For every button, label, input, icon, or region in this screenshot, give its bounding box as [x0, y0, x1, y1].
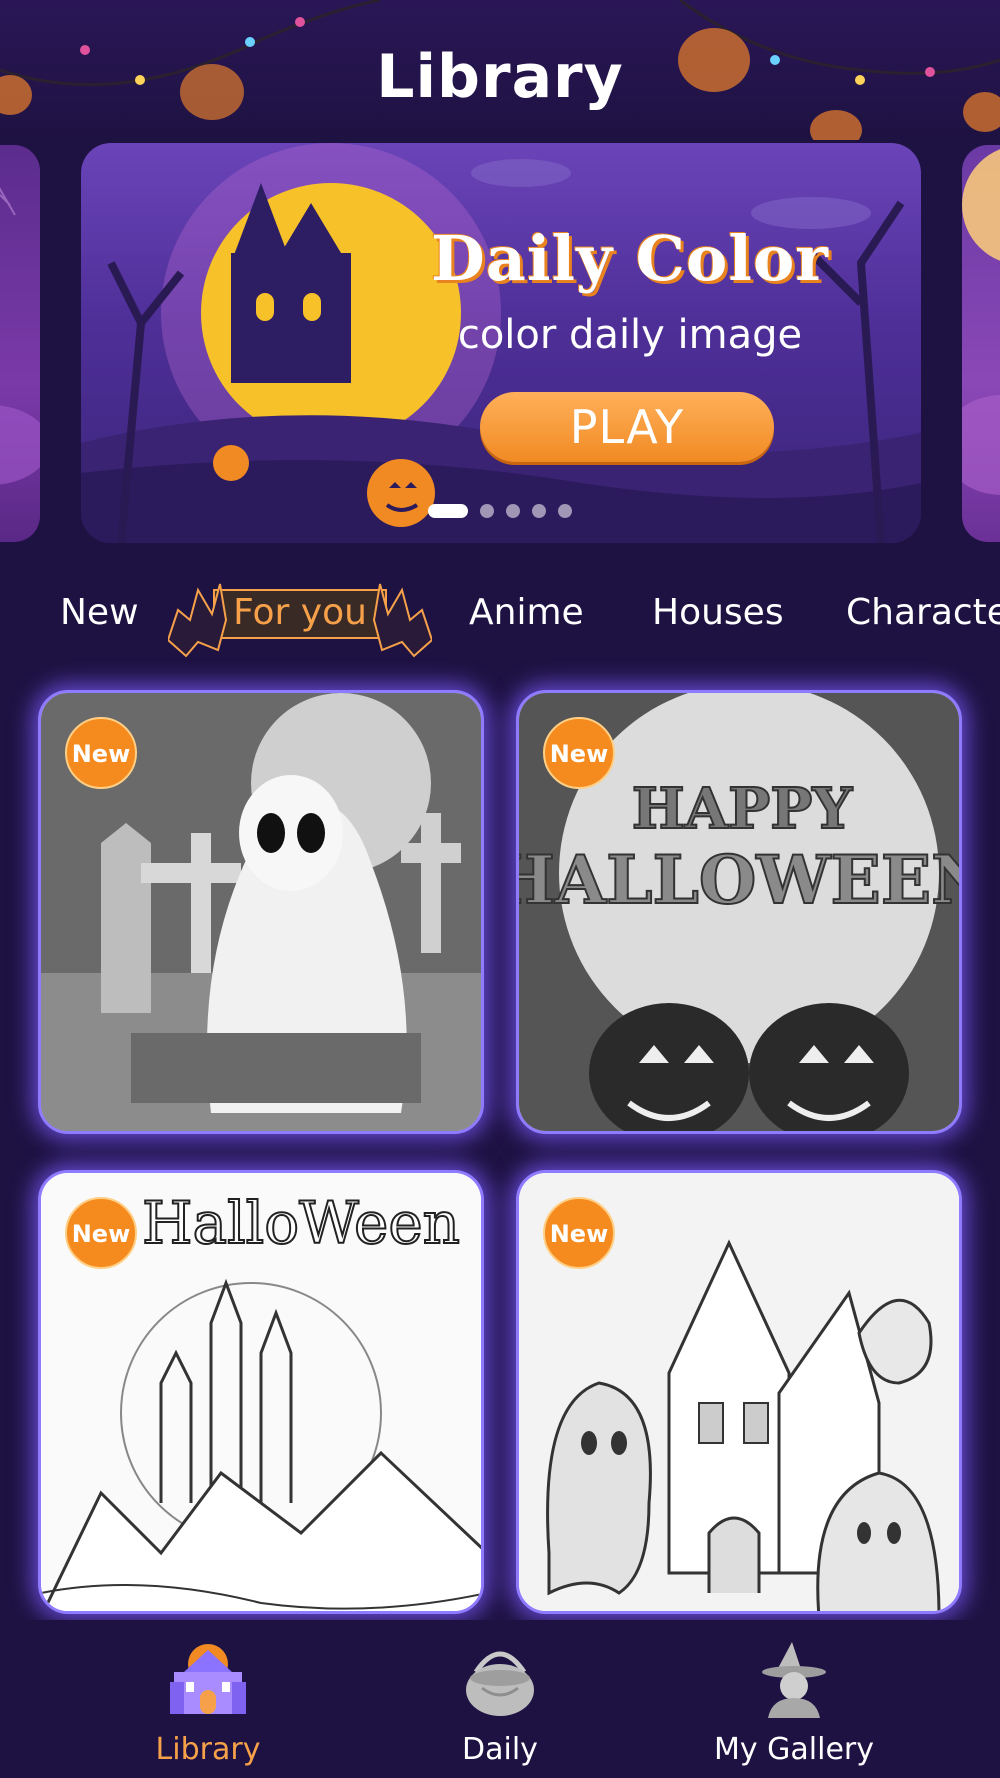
- nav-my-gallery-label: My Gallery: [713, 1732, 875, 1767]
- carousel-dot-2[interactable]: [480, 504, 494, 518]
- banner-subtitle: color daily image: [457, 312, 803, 358]
- carousel-dot-1[interactable]: [428, 504, 468, 518]
- coloring-card-halloween-castle[interactable]: HalloWeen New: [38, 1170, 484, 1614]
- nav-library[interactable]: Library: [88, 1620, 328, 1778]
- carousel-dot-3[interactable]: [506, 504, 520, 518]
- new-badge: New: [539, 713, 619, 793]
- carousel-next-banner[interactable]: [962, 145, 1000, 542]
- tab-anime[interactable]: Anime: [469, 592, 584, 633]
- witch-icon: [762, 1642, 826, 1718]
- tab-new[interactable]: New: [60, 592, 139, 633]
- category-tabs: New For you Anime Houses Characte: [0, 570, 1000, 660]
- nav-my-gallery[interactable]: My Gallery: [674, 1620, 914, 1778]
- tab-characters[interactable]: Characte: [846, 592, 1000, 633]
- art-halloween-title: HalloWeen: [142, 1189, 460, 1257]
- coloring-card-ghost[interactable]: New: [38, 690, 484, 1134]
- nav-daily-label: Daily: [462, 1732, 538, 1767]
- carousel-dot-5[interactable]: [558, 504, 572, 518]
- nav-daily[interactable]: Daily: [380, 1620, 620, 1778]
- pumpkin-basket-icon: [466, 1651, 534, 1716]
- tab-houses[interactable]: Houses: [652, 592, 784, 633]
- tab-for-you[interactable]: For you: [168, 570, 432, 670]
- art-halloween-text: HALLOWEEN: [519, 841, 962, 919]
- art-happy-text: HAPPY: [632, 776, 854, 842]
- play-button[interactable]: PLAY: [480, 392, 774, 462]
- new-badge: New: [539, 1193, 619, 1273]
- carousel-dot-4[interactable]: [532, 504, 546, 518]
- castle-icon: [170, 1644, 246, 1714]
- carousel-page-indicator[interactable]: [428, 503, 572, 519]
- carousel-previous-banner[interactable]: [0, 145, 40, 542]
- new-badge: New: [61, 1193, 141, 1273]
- tab-for-you-label: For you: [233, 592, 367, 633]
- nav-library-label: Library: [155, 1732, 261, 1767]
- coloring-card-happy-halloween[interactable]: HAPPY HALLOWEEN New: [516, 690, 962, 1134]
- banner-title: Daily Color: [431, 222, 829, 295]
- coloring-card-haunted-house[interactable]: New: [516, 1170, 962, 1614]
- page-title: Library: [376, 42, 624, 112]
- bottom-navigation: Library Daily My Gallery: [0, 1620, 1000, 1778]
- header: Library: [0, 0, 1000, 140]
- new-badge: New: [61, 713, 141, 793]
